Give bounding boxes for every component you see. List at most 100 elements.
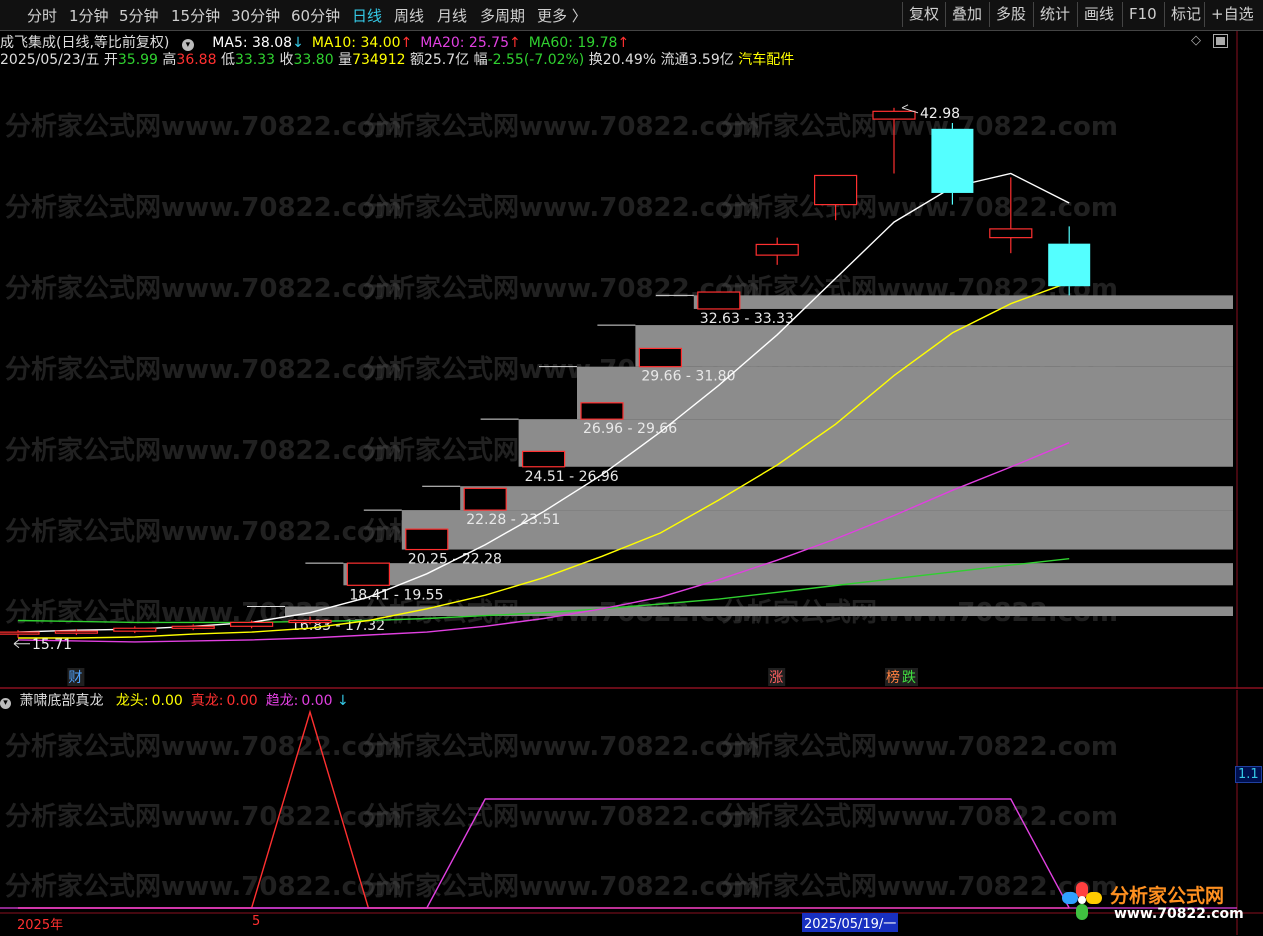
candle-body <box>580 402 624 420</box>
indicator-label-2: 趋龙: <box>265 693 299 709</box>
amount-value: 额25.7亿 <box>409 52 470 68</box>
watermark-text: 分析家公式网www.70822.com <box>5 273 402 304</box>
candle-body <box>405 528 449 551</box>
toolbar-button-5[interactable]: F10 <box>1122 2 1163 27</box>
candle-body <box>288 619 332 624</box>
low-marker-label: 15.71 <box>32 637 72 653</box>
event-marker: 财 <box>68 670 82 686</box>
toolbar-button-7[interactable]: +自选 <box>1204 2 1260 27</box>
period-tab-0[interactable]: 分时 <box>27 5 57 26</box>
indicator-value-1: 0.00 <box>226 693 258 709</box>
watermark-text: 分析家公式网www.70822.com <box>363 871 760 902</box>
toolbar-button-1[interactable]: 叠加 <box>945 2 988 27</box>
candle-body <box>931 128 974 193</box>
candle-body <box>989 228 1033 239</box>
volume-label: 量 <box>338 52 353 68</box>
candle-body <box>230 621 274 627</box>
candle-body <box>463 487 507 511</box>
watermark-text: 分析家公式网www.70822.com <box>363 801 760 832</box>
watermark-text: 分析家公式网www.70822.com <box>5 192 402 223</box>
watermark-text: 分析家公式网www.70822.com <box>5 435 402 466</box>
period-toolbar: 分时 1分钟 5分钟 15分钟 30分钟 60分钟 日线 周线 月线 多周期 更多 〉 复权 叠加 多股统… <box>0 0 1263 31</box>
indicator-label-1: 真龙: <box>190 693 224 709</box>
kline-chart[interactable]: 分析家公式网www.70822.com分析家公式网www.70822.com分析… <box>0 31 1263 689</box>
zone-label: 18.41 - 19.55 <box>349 587 443 603</box>
candle-body <box>697 291 741 310</box>
period-tab-6[interactable]: 日线 <box>352 5 382 26</box>
high-label: 高 <box>162 52 177 68</box>
candle-body <box>872 110 916 120</box>
period-tab-3[interactable]: 15分钟 <box>171 5 220 26</box>
high-marker-label: 42.98 <box>920 106 960 122</box>
zone-label: 22.28 - 23.51 <box>466 512 560 528</box>
toolbar-button-0[interactable]: 复权 <box>902 2 945 27</box>
site-logo: 分析家公式网 www.70822.com <box>1058 878 1258 928</box>
period-tab-10[interactable]: 更多 〉 <box>537 5 587 26</box>
indicator-name: 萧啸底部真龙 <box>19 693 104 709</box>
candle-body <box>755 243 799 256</box>
toolbar-button-4[interactable]: 画线 <box>1077 2 1120 27</box>
watermark-text: 分析家公式网www.70822.com <box>721 731 1118 762</box>
toolbar-button-2[interactable]: 多股 <box>989 2 1032 27</box>
low-marker-arrow <box>13 639 30 649</box>
open-label: 开 <box>103 52 118 68</box>
candle-body <box>54 630 99 634</box>
candle-body <box>1048 243 1091 287</box>
period-tab-9[interactable]: 多周期 <box>480 5 525 26</box>
event-marker: 涨 <box>769 670 783 686</box>
close-label: 收 <box>279 52 294 68</box>
sector-link[interactable]: 汽车配件 <box>738 52 794 68</box>
logo-name: 分析家公式网 <box>1110 885 1225 907</box>
period-tab-8[interactable]: 月线 <box>437 5 467 26</box>
watermark-text: 分析家公式网www.70822.com <box>363 111 760 142</box>
maximize-icon[interactable] <box>1213 34 1228 48</box>
watermark-text: 分析家公式网www.70822.com <box>5 871 402 902</box>
close-value: 33.80 <box>293 52 334 68</box>
candle-body <box>0 631 40 635</box>
watermark-text: 分析家公式网www.70822.com <box>5 731 402 762</box>
watermark-text: 分析家公式网www.70822.com <box>363 731 760 762</box>
candle-body <box>171 625 215 629</box>
price-zone-band <box>460 486 1233 511</box>
watermark-text: 分析家公式网www.70822.com <box>5 354 402 385</box>
float-value: 流通3.59亿 <box>660 52 734 68</box>
indicator-header: ▾ 萧啸底部真龙 龙头: 0.00 真龙: 0.00 趋龙: 0.00 ↓ <box>0 690 349 710</box>
high-value: 36.88 <box>176 52 217 68</box>
low-label: 低 <box>220 52 235 68</box>
indicator-values: 龙头: 0.00 真龙: 0.00 趋龙: 0.00 <box>108 693 333 709</box>
indicator-settings-icon[interactable]: ▾ <box>0 698 11 709</box>
period-tab-4[interactable]: 30分钟 <box>231 5 280 26</box>
period-tab-7[interactable]: 周线 <box>394 5 424 26</box>
indicator-value-2: 0.00 <box>301 693 333 709</box>
bar-date: 2025/05/23/五 <box>0 52 100 68</box>
low-value: 33.33 <box>234 52 276 68</box>
cursor-date-label: 2025/05/19/一 <box>802 913 899 932</box>
toolbar-button-3[interactable]: 统计 <box>1033 2 1076 27</box>
chart-header-line2: 2025/05/23/五 开35.99 高36.88 低33.33 收33.80… <box>0 49 794 69</box>
candle-body <box>521 450 566 468</box>
change-value: -2.55(-7.02%) <box>487 52 585 68</box>
period-tab-2[interactable]: 5分钟 <box>119 5 159 26</box>
watermark-text: 分析家公式网www.70822.com <box>363 192 760 223</box>
candle-body <box>813 174 858 206</box>
turnover-value: 换20.49% <box>588 52 657 68</box>
volume-value: 734912 <box>352 52 406 68</box>
diamond-icon[interactable]: ◇ <box>1191 33 1201 48</box>
price-zone-band <box>285 606 1233 617</box>
change-label: 幅 <box>473 52 488 68</box>
price-zone-band <box>693 295 1233 309</box>
indicator-label-0: 龙头: <box>115 693 149 709</box>
zone-label: 24.51 - 26.96 <box>525 469 619 485</box>
open-value: 35.99 <box>117 52 158 68</box>
year-label: 2025年 <box>17 918 64 933</box>
candle-body <box>113 627 157 632</box>
indicator-right-value: 1.1 <box>1235 766 1262 783</box>
logo-url: www.70822.com <box>1114 906 1244 922</box>
event-marker: 跌 <box>902 670 916 686</box>
period-tab-1[interactable]: 1分钟 <box>69 5 109 26</box>
watermark-text: 分析家公式网www.70822.com <box>5 801 402 832</box>
flower-logo-icon <box>1062 882 1102 922</box>
period-tab-5[interactable]: 60分钟 <box>291 5 340 26</box>
toolbar-button-6[interactable]: 标记 <box>1164 2 1207 27</box>
watermark-text: 分析家公式网www.70822.com <box>721 801 1118 832</box>
